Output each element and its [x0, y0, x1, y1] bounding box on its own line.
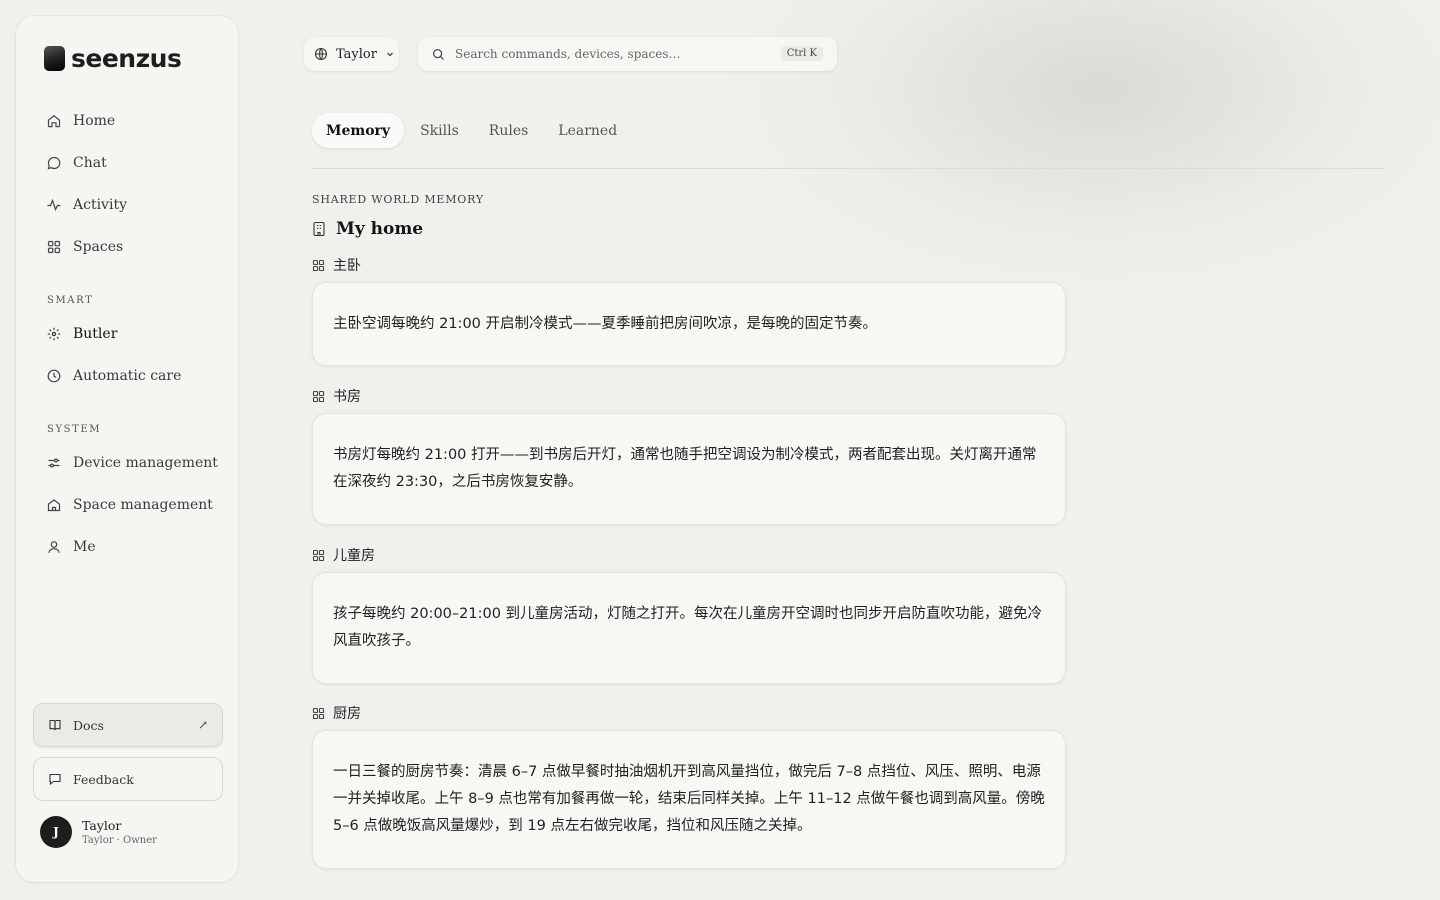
- nav-label: Automatic care: [73, 368, 182, 384]
- room-name: 书房: [333, 389, 361, 405]
- home-icon: [46, 113, 62, 129]
- book-icon: [48, 718, 62, 732]
- memory-text: 主卧空调每晚约 21:00 开启制冷模式——夏季睡前把房间吹凉，是每晚的固定节奏…: [333, 315, 878, 332]
- memory-text: 孩子每晚约 20:00–21:00 到儿童房活动，灯随之打开。每次在儿童房开空调…: [333, 606, 1043, 649]
- nav-item-automatic-care[interactable]: Automatic care: [46, 363, 181, 389]
- nav-label: Butler: [73, 326, 118, 342]
- room-grid-icon: [312, 259, 325, 272]
- memory-text: 一日三餐的厨房节奏：清晨 6–7 点做早餐时抽油烟机开到高风量挡位，做完后 7–…: [333, 764, 1045, 834]
- room-name: 主卧: [333, 258, 361, 274]
- tab-learned[interactable]: Learned: [544, 113, 631, 148]
- space-switcher-label: Taylor: [336, 46, 377, 62]
- nav-label: Home: [73, 113, 116, 129]
- memory-card[interactable]: 主卧空调每晚约 21:00 开启制冷模式——夏季睡前把房间吹凉，是每晚的固定节奏…: [312, 282, 1066, 366]
- tab-rules[interactable]: Rules: [475, 113, 543, 148]
- nav-label: Chat: [73, 155, 107, 171]
- feedback-icon: [48, 772, 62, 786]
- tab-memory[interactable]: Memory: [312, 113, 405, 148]
- tabs-divider: [312, 168, 1384, 169]
- docs-button[interactable]: Docs ↗: [33, 703, 223, 747]
- room-name: 厨房: [333, 706, 361, 722]
- external-link-icon: ↗: [197, 718, 208, 732]
- room-label: 厨房: [312, 703, 361, 723]
- search-input[interactable]: [455, 47, 775, 61]
- nav-label: Me: [73, 539, 96, 555]
- user-profile[interactable]: J Taylor Taylor · Owner: [40, 816, 157, 848]
- brand-logo[interactable]: seenzus: [44, 44, 182, 73]
- user-role: Taylor · Owner: [82, 835, 157, 846]
- section-eyebrow: SHARED WORLD MEMORY: [312, 193, 484, 206]
- activity-icon: [46, 197, 62, 213]
- chevron-down-icon: [385, 49, 395, 59]
- nav-label: Space management: [73, 497, 213, 513]
- nav-item-home[interactable]: Home: [46, 108, 115, 134]
- search-shortcut-badge: Ctrl K: [780, 46, 823, 61]
- nav-item-me[interactable]: Me: [46, 534, 96, 560]
- nav-label: Spaces: [73, 239, 124, 255]
- room-label: 儿童房: [312, 545, 375, 565]
- globe-icon: [314, 47, 328, 61]
- tab-skills[interactable]: Skills: [406, 113, 473, 148]
- search-bar[interactable]: Ctrl K: [418, 37, 837, 71]
- page-title: My home: [312, 219, 423, 239]
- nav-item-device-management[interactable]: Device management: [46, 450, 218, 476]
- feedback-label: Feedback: [73, 771, 134, 787]
- sparkle-icon: [46, 326, 62, 342]
- nav-label: Activity: [73, 197, 127, 213]
- room-grid-icon: [312, 707, 325, 720]
- room-grid-icon: [312, 390, 325, 403]
- nav-item-chat[interactable]: Chat: [46, 150, 107, 176]
- home-title-text: My home: [336, 219, 424, 239]
- building-icon: [46, 497, 62, 513]
- space-switcher[interactable]: Taylor: [304, 37, 399, 71]
- user-name: Taylor: [82, 818, 122, 833]
- building-icon: [312, 221, 326, 237]
- chat-icon: [46, 155, 62, 171]
- user-icon: [46, 539, 62, 555]
- room-grid-icon: [312, 549, 325, 562]
- logo-mark-icon: [44, 46, 65, 71]
- room-label: 书房: [312, 386, 361, 406]
- search-icon: [432, 48, 445, 61]
- memory-text: 书房灯每晚约 21:00 打开——到书房后开灯，通常也随手把空调设为制冷模式，两…: [333, 447, 1037, 490]
- nav-item-space-management[interactable]: Space management: [46, 492, 213, 518]
- docs-label: Docs: [73, 717, 104, 733]
- memory-card[interactable]: 一日三餐的厨房节奏：清晨 6–7 点做早餐时抽油烟机开到高风量挡位，做完后 7–…: [312, 730, 1066, 869]
- memory-card[interactable]: 孩子每晚约 20:00–21:00 到儿童房活动，灯随之打开。每次在儿童房开空调…: [312, 572, 1066, 684]
- tab-bar: Memory Skills Rules Learned: [312, 113, 633, 148]
- room-label: 主卧: [312, 255, 361, 275]
- nav-item-butler[interactable]: Butler: [46, 321, 117, 347]
- room-name: 儿童房: [333, 548, 375, 564]
- grid-icon: [46, 239, 62, 255]
- section-label-system: SYSTEM: [47, 424, 102, 435]
- brand-name: seenzus: [71, 44, 182, 73]
- nav-label: Device management: [73, 455, 218, 471]
- avatar: J: [40, 816, 72, 848]
- sliders-icon: [46, 455, 62, 471]
- nav-item-activity[interactable]: Activity: [46, 192, 127, 218]
- clock-icon: [46, 368, 62, 384]
- section-label-smart: SMART: [47, 295, 94, 306]
- feedback-button[interactable]: Feedback: [33, 757, 223, 801]
- nav-item-spaces[interactable]: Spaces: [46, 234, 123, 260]
- memory-card[interactable]: 书房灯每晚约 21:00 打开——到书房后开灯，通常也随手把空调设为制冷模式，两…: [312, 413, 1066, 525]
- sidebar: seenzus Home Chat Activity Spaces SMART …: [16, 16, 238, 882]
